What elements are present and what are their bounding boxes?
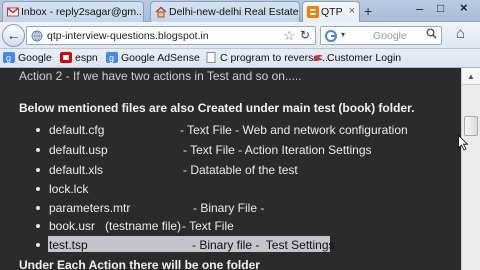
adsense-icon: g <box>106 52 118 63</box>
tab-label: QTP <box>321 6 343 18</box>
close-window-button[interactable]: × <box>460 0 468 15</box>
tab-qtp[interactable]: QTP × <box>302 1 360 23</box>
bookmark-star-icon[interactable]: ☆ <box>283 28 295 44</box>
file-name: parameters.mtr <box>49 201 131 215</box>
scroll-up-button[interactable]: ▲ <box>462 68 480 85</box>
scrollbar-thumb[interactable] <box>464 116 478 136</box>
search-input[interactable]: Google <box>373 30 407 42</box>
bookmark-google-adsense[interactable]: g Google AdSense <box>106 52 200 64</box>
section-footer-text: Under Each Action there will be one fold… <box>19 258 260 270</box>
action-note-text: Action 2 - If we have two actions in Tes… <box>19 69 302 83</box>
file-name: lock.lck <box>49 182 89 196</box>
house-icon <box>155 6 167 18</box>
search-icon[interactable] <box>426 28 437 42</box>
close-tab-button[interactable]: × <box>349 5 355 17</box>
bookmark-label: espn <box>75 52 98 64</box>
back-button[interactable]: ← <box>2 24 25 47</box>
blogger-icon <box>307 6 319 18</box>
file-description: - Datatable of the test <box>183 163 298 177</box>
customer-login-icon <box>313 54 323 61</box>
search-box[interactable]: ▾ Google <box>320 26 442 45</box>
list-item: lock.lck <box>0 180 461 197</box>
vertical-scrollbar[interactable]: ▲ <box>461 68 480 270</box>
bookmark-google[interactable]: g Google <box>3 52 52 64</box>
navigation-bar: ← qtp-interview-questions.blogspot.in ☆ … <box>0 22 480 49</box>
bullet <box>36 168 40 172</box>
file-name: default.cfg <box>49 123 105 137</box>
section-heading: Below mentioned files are also Created u… <box>19 101 415 115</box>
google-icon: g <box>3 52 15 63</box>
list-item: default.usp - Text File - Action Iterati… <box>0 141 461 158</box>
minimize-button[interactable]: – <box>416 1 423 16</box>
bullet <box>36 224 40 228</box>
bookmark-espn[interactable]: espn <box>60 52 98 64</box>
bullet <box>36 243 40 247</box>
file-name: default.xls <box>49 163 104 177</box>
bullet <box>36 206 40 210</box>
chevron-down-icon[interactable]: ▾ <box>341 30 345 39</box>
globe-icon <box>31 30 43 42</box>
svg-text:g: g <box>6 53 11 63</box>
page-content: Action 2 - If we have two actions in Tes… <box>0 68 461 270</box>
file-name: book.usr (testname file) <box>49 219 182 233</box>
bookmark-label: Customer Login <box>327 52 402 64</box>
home-icon[interactable]: ⌂ <box>456 25 465 42</box>
tab-strip: Inbox - reply2sagar@gm... Delhi-new-delh… <box>0 0 480 23</box>
tab-inbox[interactable]: Inbox - reply2sagar@gm... <box>2 1 144 22</box>
new-tab-button[interactable]: + <box>364 3 372 19</box>
file-description: - Binary File - <box>193 201 265 215</box>
file-description: - Text File <box>182 219 234 233</box>
bookmark-label: Google AdSense <box>121 52 200 64</box>
file-description: - Text File - Web and network configurat… <box>180 123 408 137</box>
bullet <box>36 187 40 191</box>
bookmark-customer-login[interactable]: Customer Login <box>312 52 401 64</box>
list-item: book.usr (testname file) - Text File <box>0 217 461 234</box>
page-icon <box>206 52 216 63</box>
mouse-cursor-icon <box>458 135 468 151</box>
bookmarks-bar: g Google espn g Google AdSense C program t… <box>0 49 480 68</box>
file-name: test.tsp <box>49 238 88 252</box>
file-description: - Binary file - Test Settings <box>192 238 335 252</box>
espn-icon <box>60 52 72 63</box>
url-text: qtp-interview-questions.blogspot.in <box>47 30 209 42</box>
address-bar[interactable]: qtp-interview-questions.blogspot.in ☆ ↻ <box>26 26 316 45</box>
file-description: - Text File - Action Iteration Settings <box>183 143 372 157</box>
file-name: default.usp <box>49 143 108 157</box>
svg-text:g: g <box>109 53 114 63</box>
bullet <box>36 128 40 132</box>
reload-icon[interactable]: ↻ <box>300 28 310 42</box>
tab-label: Inbox - reply2sagar@gm... <box>21 6 144 18</box>
list-item: default.cfg - Text File - Web and networ… <box>0 121 461 138</box>
bullet <box>36 148 40 152</box>
maximize-button[interactable]: □ <box>437 1 444 15</box>
gmail-icon <box>7 7 19 17</box>
tab-label: Delhi-new-delhi Real Estate <box>169 6 299 18</box>
list-item: parameters.mtr - Binary File - <box>0 199 461 216</box>
google-search-engine-icon <box>325 30 337 42</box>
list-item: default.xls - Datatable of the test <box>0 161 461 178</box>
tab-real-estate[interactable]: Delhi-new-delhi Real Estate <box>150 1 300 22</box>
bookmark-label: Google <box>18 52 52 64</box>
list-item-selected: test.tsp - Binary file - Test Settings <box>0 236 461 253</box>
